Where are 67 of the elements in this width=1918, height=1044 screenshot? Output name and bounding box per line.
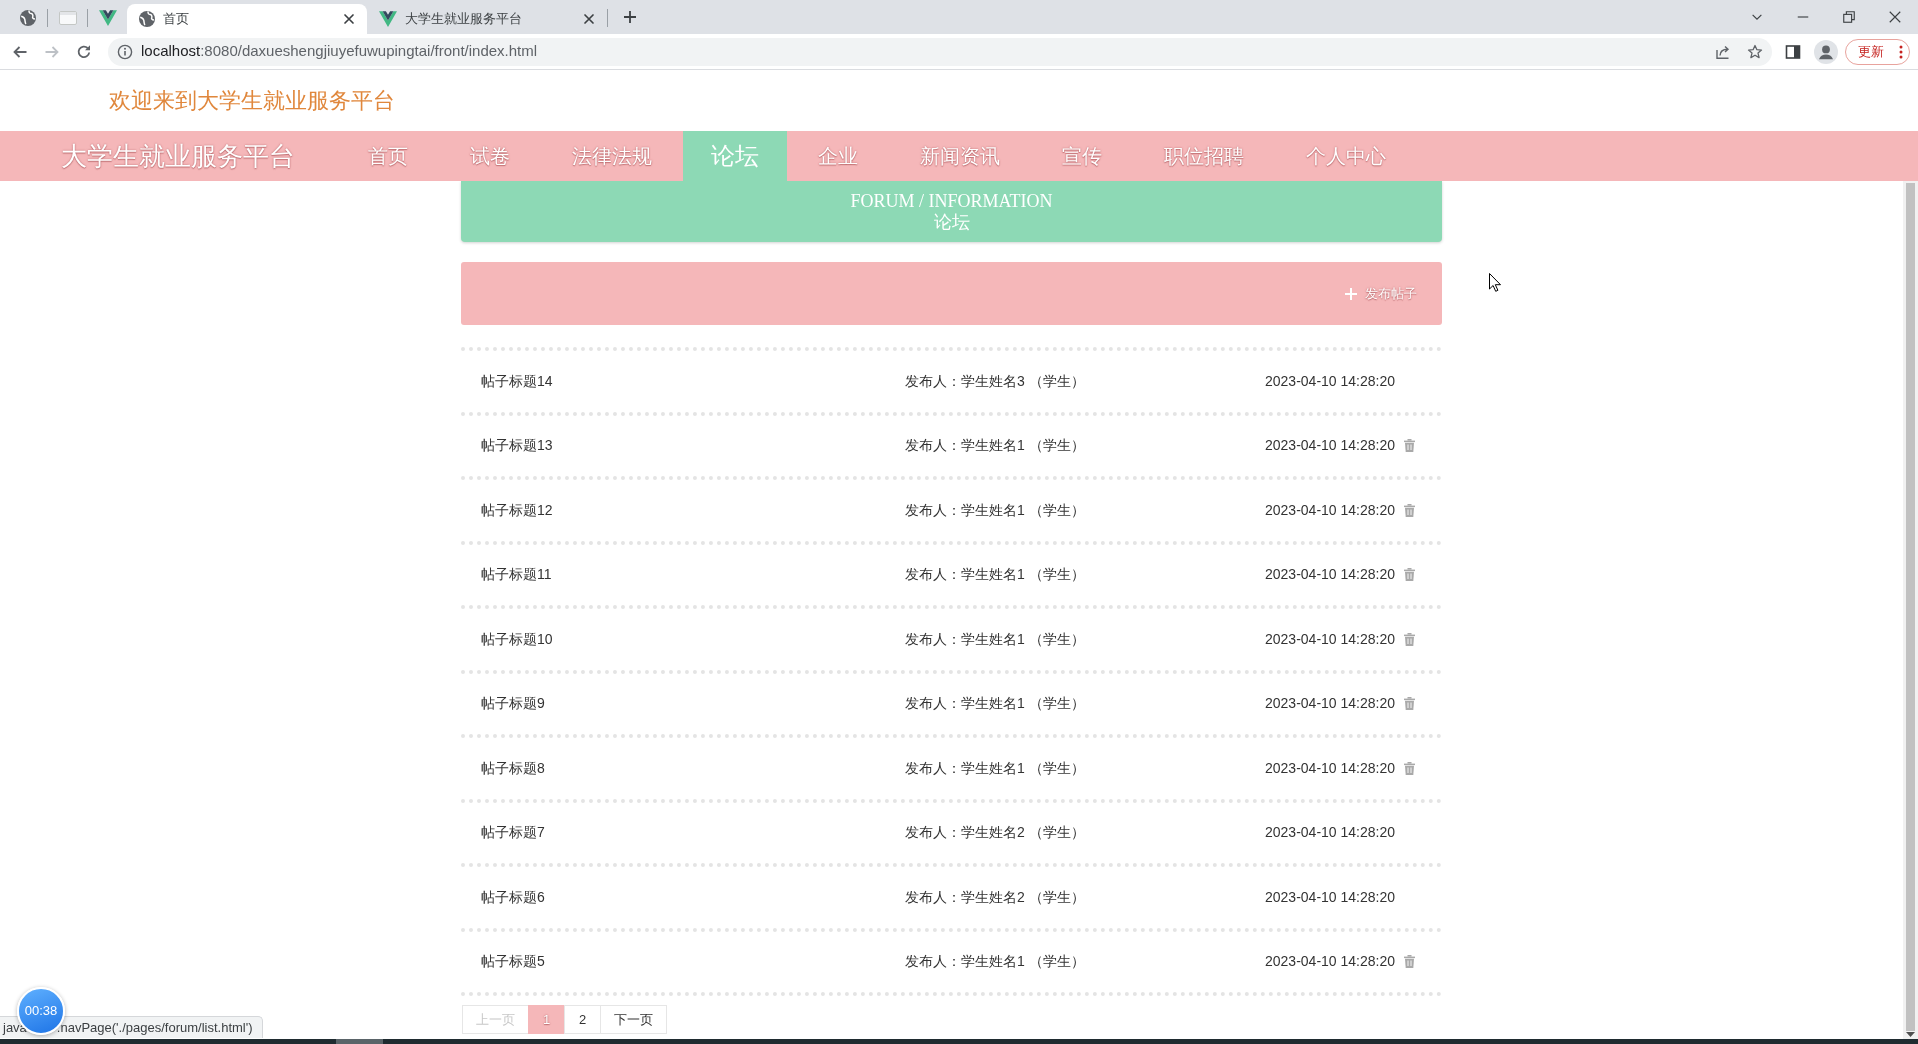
post-author: 发布人：学生姓名2 （学生） xyxy=(905,824,1085,841)
close-icon[interactable] xyxy=(341,11,357,27)
scrollbar-track[interactable] xyxy=(1903,181,1918,1039)
banner-title: 论坛 xyxy=(933,211,970,233)
close-icon[interactable] xyxy=(1888,10,1902,24)
post-author: 发布人：学生姓名1 （学生） xyxy=(905,759,1085,776)
post-author: 发布人：学生姓名3 （学生） xyxy=(905,372,1085,389)
welcome-text: 欢迎来到大学生就业服务平台 xyxy=(109,87,395,115)
share-icon[interactable] xyxy=(1715,43,1731,60)
post-time: 2023-04-10 14:28:20 xyxy=(1265,630,1395,647)
restore-icon[interactable] xyxy=(1842,10,1856,24)
post-time: 2023-04-10 14:28:20 xyxy=(1265,695,1395,712)
scrollbar-thumb[interactable] xyxy=(1906,183,1915,1031)
post-author: 发布人：学生姓名2 （学生） xyxy=(905,888,1085,905)
tab-title: 大学生就业服务平台 xyxy=(405,10,523,29)
post-time: 2023-04-10 14:28:20 xyxy=(1265,824,1395,841)
page-button[interactable]: 2 xyxy=(564,1005,601,1034)
address-bar[interactable]: localhost:8080/daxueshengjiuyefuwupingtai/front/index.html xyxy=(108,37,1772,66)
post-title[interactable]: 帖子标题5 xyxy=(481,953,545,970)
post-time: 2023-04-10 14:28:20 xyxy=(1265,759,1395,776)
post-time: 2023-04-10 14:28:20 xyxy=(1265,953,1395,970)
post-author: 发布人：学生姓名1 （学生） xyxy=(905,630,1085,647)
post-author: 发布人：学生姓名1 （学生） xyxy=(905,695,1085,712)
tab-title: 首页 xyxy=(163,10,190,29)
post-time: 2023-04-10 14:28:20 xyxy=(1265,566,1395,583)
star-icon[interactable] xyxy=(1747,43,1763,60)
globe-icon xyxy=(139,11,155,27)
v-logo-icon xyxy=(98,10,117,26)
cursor-icon xyxy=(1489,273,1501,292)
info-icon[interactable] xyxy=(117,43,133,60)
post-title[interactable]: 帖子标题12 xyxy=(481,501,553,518)
reload-icon[interactable] xyxy=(76,43,92,60)
update-button[interactable]: 更新 xyxy=(1845,38,1910,65)
timer-text: 00:38 xyxy=(24,1002,58,1021)
browser-tab[interactable]: 大学生就业服务平台 xyxy=(367,4,607,34)
plus-icon[interactable] xyxy=(622,9,638,25)
v-logo-icon xyxy=(379,11,397,27)
close-icon[interactable] xyxy=(581,11,597,27)
post-title[interactable]: 帖子标题8 xyxy=(481,759,545,776)
banner-title-en: FORUM / INFORMATION xyxy=(850,190,1053,212)
post-title[interactable]: 帖子标题6 xyxy=(481,888,545,905)
post-title[interactable]: 帖子标题9 xyxy=(481,695,545,712)
url-text: localhost:8080/daxueshengjiuyefuwupingtai/front/index.html xyxy=(141,41,539,62)
post-author: 发布人：学生姓名1 （学生） xyxy=(905,501,1085,518)
post-author: 发布人：学生姓名1 （学生） xyxy=(905,953,1085,970)
globe-icon xyxy=(19,10,36,26)
next-page-button[interactable]: 下一页 xyxy=(600,1005,667,1034)
profile-avatar-icon[interactable] xyxy=(1814,39,1838,64)
site-title: 大学生就业服务平台 xyxy=(60,139,295,173)
post-title[interactable]: 帖子标题10 xyxy=(481,630,553,647)
post-author: 发布人：学生姓名1 （学生） xyxy=(905,437,1085,454)
window-icon xyxy=(58,11,77,25)
post-title[interactable]: 帖子标题7 xyxy=(481,824,545,841)
post-title[interactable]: 帖子标题11 xyxy=(481,566,552,583)
post-author: 发布人：学生姓名1 （学生） xyxy=(905,566,1085,583)
post-time: 2023-04-10 14:28:20 xyxy=(1265,888,1395,905)
post-time: 2023-04-10 14:28:20 xyxy=(1265,372,1395,389)
scroll-down-arrow-icon[interactable] xyxy=(1906,1032,1915,1037)
plus-icon xyxy=(1345,287,1357,300)
more-icon[interactable] xyxy=(1899,44,1903,59)
status-url-text: .navPage('./pages/forum/list.html') xyxy=(56,1018,253,1037)
sidebar-icon[interactable] xyxy=(1785,43,1801,60)
post-title[interactable]: 帖子标题13 xyxy=(481,437,553,454)
post-time: 2023-04-10 14:28:20 xyxy=(1265,437,1395,454)
post-title[interactable]: 帖子标题14 xyxy=(481,372,553,389)
browser-tab[interactable]: 首页 xyxy=(127,4,367,34)
post-time: 2023-04-10 14:28:20 xyxy=(1265,501,1395,518)
